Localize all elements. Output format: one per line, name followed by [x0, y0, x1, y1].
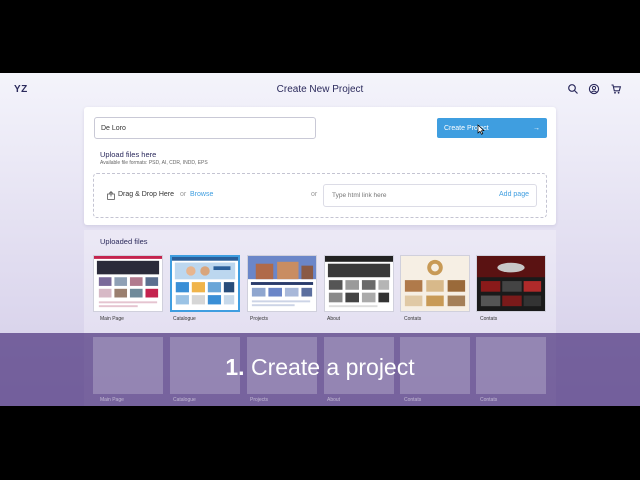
- uploaded-files-title: Uploaded files: [100, 237, 148, 246]
- faded-thumbnail-label: Main Page: [100, 397, 124, 403]
- step-number: 1.: [225, 354, 245, 380]
- project-name-input[interactable]: [94, 117, 316, 139]
- user-circle-icon[interactable]: [588, 83, 600, 95]
- thumbnail-projects[interactable]: [247, 255, 317, 312]
- cart-icon[interactable]: [610, 83, 622, 95]
- arrow-right-icon: →: [533, 124, 540, 132]
- thumbnail-label-contats-1: Contats: [404, 316, 422, 322]
- link-field: Add page: [323, 184, 537, 207]
- page-preview-image: [401, 256, 469, 311]
- thumbnail-label-main-page: Main Page: [100, 316, 124, 322]
- add-page-button[interactable]: Add page: [499, 191, 529, 198]
- thumbnail-label-catalogue: Catalogue: [173, 316, 196, 322]
- upload-icon: [107, 191, 115, 200]
- faded-thumbnail-label: About: [327, 397, 341, 403]
- mouse-cursor-icon: [477, 124, 485, 135]
- html-link-input[interactable]: [324, 185, 474, 206]
- faded-thumbnail-label: Contats: [480, 397, 498, 403]
- tutorial-caption-overlay: Main Page Catalogue Projects About Conta…: [0, 333, 640, 406]
- thumbnail-label-about: About: [327, 316, 341, 322]
- step-caption: 1. Create a project: [0, 354, 640, 381]
- top-bar: YZ Create New Project: [0, 73, 640, 107]
- create-project-button[interactable]: Create Project →: [437, 118, 547, 138]
- thumbnail-label-projects: Projects: [250, 316, 269, 322]
- app-frame: YZ Create New Project Create Project → U…: [0, 73, 640, 406]
- page-preview-image: [94, 256, 162, 308]
- thumbnail-catalogue[interactable]: [170, 255, 240, 312]
- drag-drop-label: Drag & Drop Here: [118, 191, 175, 198]
- page-preview-image: [248, 256, 316, 307]
- faded-thumbnail-label: Contats: [404, 397, 422, 403]
- search-icon[interactable]: [567, 83, 579, 95]
- upload-title: Upload files here: [100, 150, 157, 159]
- browse-link[interactable]: Browse: [190, 191, 213, 198]
- page-preview-image: [325, 256, 393, 308]
- faded-thumbnail-label: Projects: [250, 397, 269, 403]
- page-preview-image: [477, 256, 545, 311]
- thumbnail-about[interactable]: [324, 255, 394, 312]
- step-text: Create a project: [250, 354, 415, 380]
- thumbnail-main-page[interactable]: [93, 255, 163, 312]
- or-separator: or: [311, 191, 318, 198]
- page-preview-image: [172, 257, 238, 305]
- thumbnail-label-contats-2: Contats: [480, 316, 498, 322]
- page-title: Create New Project: [276, 84, 364, 95]
- faded-thumbnail-label: Catalogue: [173, 397, 196, 403]
- create-project-card: Create Project → Upload files here Avail…: [84, 107, 556, 225]
- thumbnail-contats-2[interactable]: [476, 255, 546, 312]
- drop-zone[interactable]: Drag & Drop Here or Browse or Add page: [93, 173, 547, 218]
- drag-drop-or: or: [180, 191, 187, 198]
- upload-hint: Available file formats: PSD, AI, CDR, IN…: [100, 160, 208, 166]
- thumbnail-contats-1[interactable]: [400, 255, 470, 312]
